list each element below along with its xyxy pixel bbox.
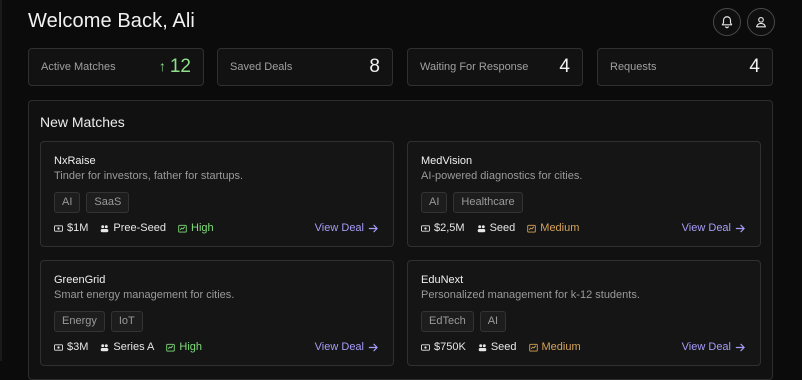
money-icon: [54, 343, 63, 351]
tag-list: Energy IoT: [54, 311, 143, 332]
tag-list: AI SaaS: [54, 192, 130, 213]
user-icon: [756, 16, 766, 28]
stat-value: ↑ 12: [158, 56, 191, 77]
tag-list: EdTech AI: [421, 311, 507, 332]
stat-label: Requests: [610, 61, 657, 73]
stat-value: 8: [369, 56, 380, 77]
deal-meta: $750K Seed Medium: [421, 341, 581, 353]
arrow-right-icon: [735, 224, 745, 232]
gauge-icon: [528, 343, 538, 352]
money-icon: [54, 224, 63, 232]
deal-amount: $750K: [421, 341, 466, 353]
stat-waiting-for-response[interactable]: Waiting For Response 4: [407, 48, 583, 86]
view-deal-link[interactable]: View Deal: [315, 222, 379, 234]
stage-icon: [101, 343, 109, 351]
deal-meta: $3M Series A High: [54, 341, 202, 353]
deal-name: GreenGrid: [54, 274, 106, 286]
deal-stage: Series A: [100, 341, 154, 353]
deal-stage: Pree-Seed: [100, 222, 166, 234]
tag-chip[interactable]: IoT: [110, 311, 143, 332]
deal-meta: $1M Pree-Seed High: [54, 222, 214, 234]
tag-list: AI Healthcare: [421, 192, 523, 213]
deal-potential: Medium: [528, 341, 581, 353]
deal-amount: $2,5M: [421, 222, 465, 234]
stat-value: 4: [559, 56, 570, 77]
deal-card[interactable]: EduNext Personalized management for k-12…: [407, 260, 761, 366]
stat-label: Waiting For Response: [420, 61, 529, 73]
deal-description: Smart energy management for cities.: [54, 289, 235, 301]
arrow-right-icon: [368, 224, 378, 232]
view-deal-link[interactable]: View Deal: [315, 341, 379, 353]
deal-name: NxRaise: [54, 155, 96, 167]
deal-meta: $2,5M Seed Medium: [421, 222, 579, 234]
tag-chip[interactable]: Healthcare: [453, 192, 523, 213]
view-deal-link[interactable]: View Deal: [682, 341, 746, 353]
gauge-icon: [166, 343, 176, 352]
deal-card[interactable]: NxRaise Tinder for investors, father for…: [40, 141, 394, 247]
tag-chip[interactable]: AI: [479, 311, 507, 332]
profile-button[interactable]: [747, 8, 775, 36]
bell-icon: [721, 16, 733, 29]
deal-amount: $3M: [54, 341, 88, 353]
deal-potential: High: [166, 341, 202, 353]
section-title: New Matches: [40, 114, 125, 130]
stat-saved-deals[interactable]: Saved Deals 8: [217, 48, 393, 86]
deal-name: MedVision: [421, 155, 473, 167]
deal-potential: High: [178, 222, 214, 234]
deal-card[interactable]: MedVision AI-powered diagnostics for cit…: [407, 141, 761, 247]
stat-label: Active Matches: [41, 61, 116, 73]
deal-stage: Seed: [478, 341, 517, 353]
deal-description: Personalized management for k-12 student…: [421, 289, 640, 301]
sidebar-edge: [0, 0, 2, 361]
stat-requests[interactable]: Requests 4: [597, 48, 773, 86]
tag-chip[interactable]: AI: [421, 192, 448, 213]
stage-icon: [101, 224, 109, 232]
deal-stage: Seed: [477, 222, 515, 234]
stage-icon: [478, 343, 487, 351]
deal-description: AI-powered diagnostics for cities.: [421, 170, 583, 182]
view-deal-link[interactable]: View Deal: [682, 222, 746, 234]
money-icon: [421, 343, 430, 351]
notifications-button[interactable]: [713, 8, 741, 36]
deal-amount: $1M: [54, 222, 88, 234]
deal-potential: Medium: [527, 222, 579, 234]
stat-label: Saved Deals: [230, 61, 293, 73]
arrow-right-icon: [735, 343, 745, 351]
page-title: Welcome Back, Ali: [28, 10, 195, 32]
deal-card[interactable]: GreenGrid Smart energy management for ci…: [40, 260, 394, 366]
gauge-icon: [178, 224, 187, 233]
arrow-up-icon: ↑: [158, 58, 166, 74]
tag-chip[interactable]: Energy: [54, 311, 105, 332]
gauge-icon: [527, 224, 537, 233]
stage-icon: [477, 224, 485, 232]
deal-description: Tinder for investors, father for startup…: [54, 170, 244, 182]
tag-chip[interactable]: SaaS: [86, 192, 130, 213]
arrow-right-icon: [368, 343, 378, 351]
tag-chip[interactable]: EdTech: [421, 311, 474, 332]
deal-name: EduNext: [421, 274, 464, 286]
money-icon: [421, 224, 430, 232]
tag-chip[interactable]: AI: [54, 192, 81, 213]
stat-active-matches[interactable]: Active Matches ↑ 12: [28, 48, 204, 86]
stat-value: 4: [749, 56, 760, 77]
